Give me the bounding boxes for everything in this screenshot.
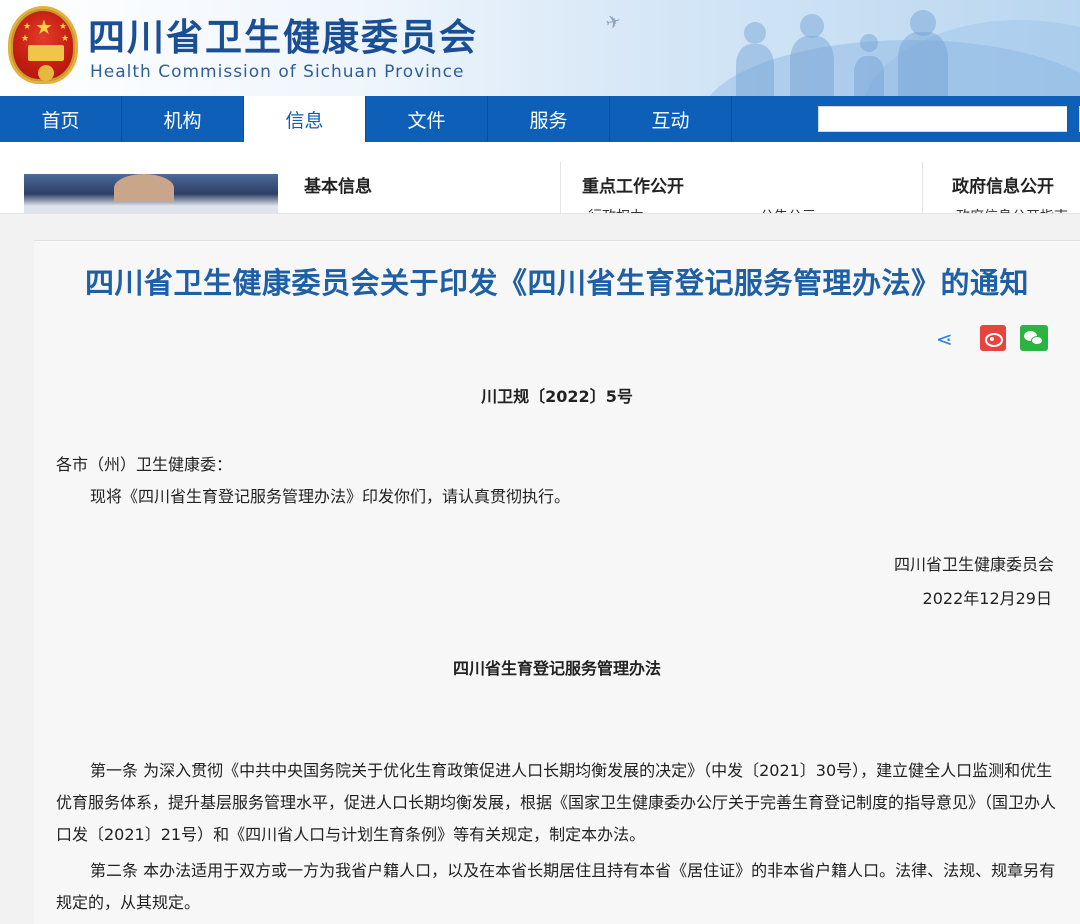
article-content: 四川省卫生健康委员会关于印发《四川省生育登记服务管理办法》的通知 ⋖ 川卫规〔2… — [34, 240, 1080, 924]
share-icon[interactable]: ⋖ — [936, 327, 953, 351]
dropdown-heading-key-work[interactable]: 重点工作公开 — [582, 172, 684, 197]
dropdown-link-announcements[interactable]: 公告公示 — [760, 206, 816, 213]
nav-item-information[interactable]: 信息 — [244, 96, 366, 142]
addressee: 各市（州）卫生健康委： — [56, 455, 233, 474]
search-box — [818, 106, 1080, 132]
main-nav: 首页 机构 信息 文件 服务 互动 — [0, 96, 1080, 142]
nav-item-interaction[interactable]: 互动 — [610, 96, 732, 142]
dropdown-link-admin-power[interactable]: 行政权力 — [588, 206, 644, 213]
weibo-share-icon[interactable] — [980, 325, 1006, 351]
site-title-en: Health Commission of Sichuan Province — [90, 62, 465, 82]
signer: 四川省卫生健康委员会 — [893, 555, 1054, 574]
wechat-share-icon[interactable] — [1020, 325, 1048, 351]
article-title: 四川省卫生健康委员会关于印发《四川省生育登记服务管理办法》的通知 — [84, 266, 1029, 300]
dropdown-divider — [560, 162, 561, 213]
dropdown-heading-gov-info[interactable]: 政府信息公开 — [952, 172, 1054, 197]
info-dropdown-menu: 基本信息 重点工作公开 行政权力 公告公示 政府信息公开 政府信息公开指南 — [0, 142, 1080, 214]
nav-item-organization[interactable]: 机构 — [122, 96, 244, 142]
site-title-cn[interactable]: 四川省卫生健康委员会 — [88, 16, 478, 60]
bird-icon: ✈ — [603, 10, 624, 35]
national-emblem-icon[interactable]: ★ ★ ★ ★ ★ — [8, 6, 78, 84]
family-silhouette-graphic — [720, 4, 1020, 96]
dropdown-link-gov-info-guide[interactable]: 政府信息公开指南 — [956, 206, 1068, 213]
nav-item-home[interactable]: 首页 — [0, 96, 122, 142]
site-header: ✈ ★ ★ ★ ★ ★ 四川省卫生健康委员会 Health Commission… — [0, 0, 1080, 96]
dropdown-divider — [922, 162, 923, 213]
nav-item-documents[interactable]: 文件 — [366, 96, 488, 142]
nav-item-services[interactable]: 服务 — [488, 96, 610, 142]
issue-date: 2022年12月29日 — [922, 589, 1052, 608]
document-number: 川卫规〔2022〕5号 — [481, 387, 633, 406]
article-clause-1: 第一条 为深入贯彻《中共中央国务院关于优化生育政策促进人口长期均衡发展的决定》（… — [56, 761, 1057, 844]
notice-body: 现将《四川省生育登记服务管理办法》印发你们，请认真贯彻执行。 — [90, 487, 571, 506]
dropdown-photo — [24, 174, 278, 213]
dropdown-heading-basic-info[interactable]: 基本信息 — [304, 172, 372, 197]
search-input[interactable] — [819, 107, 1067, 131]
search-button[interactable] — [1067, 106, 1079, 132]
rule-title: 四川省生育登记服务管理办法 — [452, 659, 661, 678]
article-clause-2: 第二条 本办法适用于双方或一方为我省户籍人口，以及在本省长期居住且持有本省《居住… — [56, 861, 1056, 912]
